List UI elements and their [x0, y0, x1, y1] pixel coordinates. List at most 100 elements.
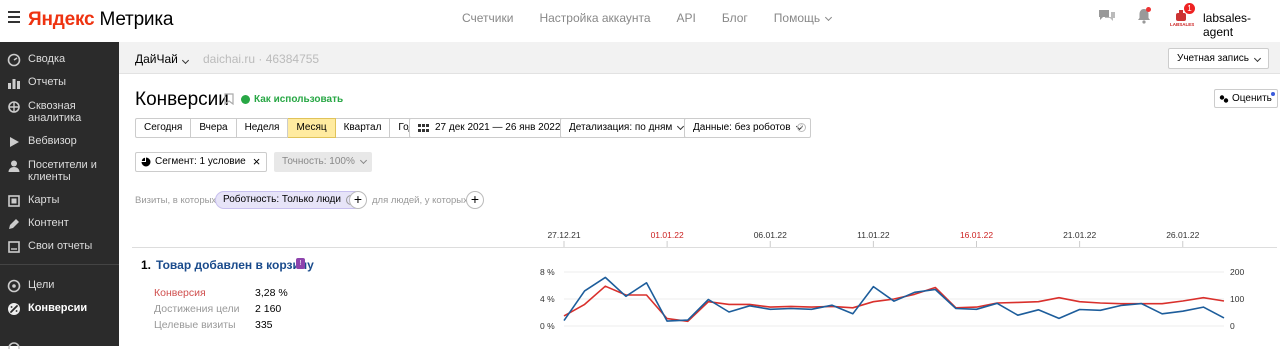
- sidebar-item-visitors[interactable]: Посетители и клиенты: [0, 159, 119, 183]
- sidebar-item-content[interactable]: Контент: [0, 217, 119, 231]
- nav-counters[interactable]: Счетчики: [462, 11, 513, 25]
- period-month[interactable]: Месяц: [288, 118, 336, 138]
- account-button[interactable]: Учетная запись: [1167, 48, 1269, 69]
- sidebar: Сводка Отчеты Сквозная аналитика Вебвизо…: [0, 42, 119, 354]
- filter-chip[interactable]: Роботность: Только люди×: [215, 191, 363, 209]
- page-title: Конверсии: [135, 89, 229, 110]
- chat-icon[interactable]: [1098, 8, 1116, 29]
- sidebar-item-label: Сводка: [28, 53, 66, 65]
- y-left-tick-label: 8 %: [540, 267, 555, 277]
- date-range-picker[interactable]: 27 дек 2021 — 26 янв 2022: [409, 118, 570, 138]
- pen-icon: [9, 219, 19, 229]
- target-icon: [7, 279, 21, 293]
- brand-metrika: Метрика: [99, 9, 174, 30]
- counter-selector[interactable]: ДайЧай: [135, 52, 189, 66]
- period-week[interactable]: Неделя: [236, 118, 289, 138]
- data-dropdown[interactable]: Данные: без роботов: [684, 118, 811, 138]
- nav-blog[interactable]: Блог: [722, 11, 748, 25]
- counter-site: daichai.ru · 46384755: [203, 52, 320, 66]
- goal-name-link[interactable]: Товар добавлен в корзину: [156, 258, 314, 272]
- sidebar-item-summary[interactable]: Сводка: [0, 53, 119, 67]
- x-tick-label: 01.01.22: [651, 230, 684, 240]
- more-icon[interactable]: [7, 336, 21, 354]
- avatar-label: LABSALES: [1170, 22, 1195, 27]
- network-icon: [8, 101, 20, 113]
- x-tick-label: 11.01.22: [857, 230, 890, 240]
- menu-icon[interactable]: [8, 11, 20, 23]
- metric-visits-value: 335: [255, 319, 273, 331]
- period-today[interactable]: Сегодня: [135, 118, 192, 138]
- nav-api[interactable]: API: [677, 11, 696, 25]
- detail-dropdown[interactable]: Детализация: по дням: [560, 118, 693, 138]
- bookmark-icon[interactable]: [224, 93, 234, 105]
- filter-prefix: Визиты, в которых: [135, 195, 217, 206]
- metric-conversion-value: 3,28 %: [255, 287, 288, 299]
- brand-yandex: Яндекс: [28, 9, 95, 30]
- sidebar-item-conversions[interactable]: Конверсии: [0, 302, 119, 316]
- x-tick-label: 26.01.22: [1166, 230, 1199, 240]
- nav-help-label: Помощь: [773, 11, 821, 25]
- sidebar-item-webvisor[interactable]: Вебвизор: [0, 135, 119, 149]
- period-selector: Сегодня Вчера Неделя Месяц Квартал Год: [135, 118, 424, 138]
- account-button-label: Учетная запись: [1176, 53, 1249, 64]
- chevron-down-icon: [181, 56, 189, 65]
- y-right-tick-label: 100: [1230, 294, 1244, 304]
- map-icon: [8, 195, 20, 207]
- add-user-filter-button[interactable]: +: [466, 191, 484, 209]
- sidebar-item-goals[interactable]: Цели: [0, 279, 119, 293]
- segment-label: Сегмент: 1 условие: [155, 156, 246, 167]
- metric-reaches-value: 2 160: [255, 303, 282, 315]
- period-quarter[interactable]: Квартал: [335, 118, 391, 138]
- sidebar-item-maps[interactable]: Карты: [0, 194, 119, 208]
- date-range-label: 27 дек 2021 — 26 янв 2022: [435, 122, 561, 133]
- counter-bar: ДайЧай daichai.ru · 46384755 Учетная зап…: [119, 42, 1280, 74]
- conversion-chart: 27.12.21 01.01.22 06.01.22 11.01.22 16.01.22…: [540, 230, 1244, 331]
- bell-icon[interactable]: [1137, 7, 1151, 29]
- brand-logo[interactable]: Яндекс Метрика: [28, 9, 173, 31]
- play-icon: [10, 137, 19, 147]
- x-tick-label: 21.01.22: [1063, 230, 1096, 240]
- x-tick-label: 27.12.21: [547, 230, 580, 240]
- period-yesterday[interactable]: Вчера: [191, 118, 237, 138]
- data-label: Данные: без роботов: [693, 122, 791, 133]
- top-header: Яндекс Метрика Счетчики Настройка аккаун…: [0, 0, 1280, 39]
- segment-clear-button[interactable]: ×: [247, 152, 267, 172]
- sidebar-item-custom-reports[interactable]: Свои отчеты: [0, 240, 119, 254]
- avatar[interactable]: 1 LABSALES: [1170, 3, 1198, 32]
- goal-number: 1.: [141, 258, 152, 272]
- accuracy-label: Точность: 100%: [282, 156, 355, 167]
- avatar-badge: 1: [1184, 3, 1195, 14]
- sidebar-item-reports[interactable]: Отчеты: [0, 76, 119, 90]
- sidebar-item-end-to-end[interactable]: Сквозная аналитика: [0, 100, 119, 124]
- report-icon: [8, 241, 20, 253]
- gauge-icon: [7, 53, 21, 67]
- notification-dot: [1146, 7, 1151, 12]
- username[interactable]: labsales-agent: [1203, 11, 1280, 39]
- filter-chip-label: Роботность: Только люди: [223, 194, 341, 205]
- sidebar-item-label: Контент: [28, 217, 69, 229]
- counter-name: ДайЧай: [135, 52, 178, 66]
- how-to-use-link[interactable]: Как использовать: [241, 94, 343, 105]
- x-tick-label: 06.01.22: [754, 230, 787, 240]
- y-right-tick-label: 0: [1230, 321, 1235, 331]
- series-line-red: [563, 285, 1225, 323]
- accuracy-dropdown[interactable]: Точность: 100%: [274, 152, 372, 172]
- bar-chart-icon: [8, 79, 20, 89]
- add-visit-filter-button[interactable]: +: [349, 191, 367, 209]
- conversion-icon: [8, 303, 20, 315]
- rate-button[interactable]: Оценить: [1214, 89, 1278, 108]
- goal-title: 1. Товар добавлен в корзину: [141, 258, 314, 272]
- sidebar-item-label: Посетители и клиенты: [28, 159, 97, 183]
- top-nav: Счетчики Настройка аккаунта API Блог Пом…: [462, 11, 832, 25]
- segment-dropdown[interactable]: Сегмент: 1 условие: [135, 152, 264, 172]
- nav-help[interactable]: Помощь: [773, 11, 832, 25]
- nav-account-settings[interactable]: Настройка аккаунта: [539, 11, 650, 25]
- info-icon: [241, 95, 250, 104]
- detail-label: Детализация: по дням: [569, 122, 673, 133]
- chevron-down-icon: [824, 13, 832, 22]
- pie-icon: [141, 157, 151, 167]
- sidebar-divider: [0, 264, 119, 265]
- y-right-tick-label: 200: [1230, 267, 1244, 277]
- chevron-down-icon: [359, 156, 367, 165]
- help-icon[interactable]: ?: [797, 123, 806, 132]
